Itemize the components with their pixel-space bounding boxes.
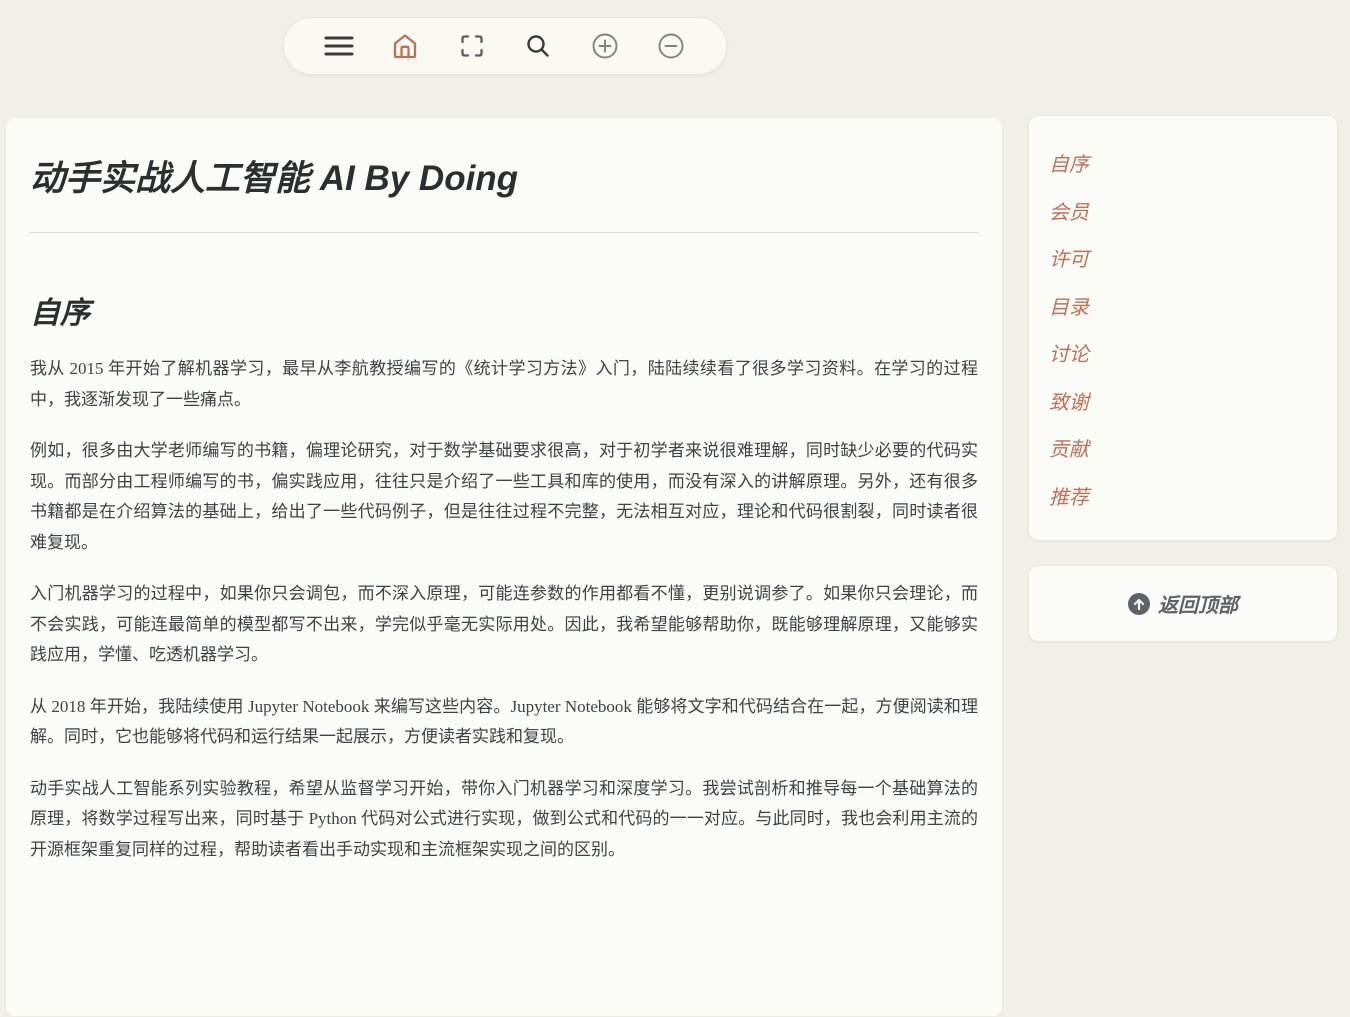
search-icon: [525, 33, 551, 59]
toolbar: [283, 17, 727, 75]
paragraph: 动手实战人工智能系列实验教程，希望从监督学习开始，带你入门机器学习和深度学习。我…: [30, 774, 978, 866]
article-body: 我从 2015 年开始了解机器学习，最早从李航教授编写的《统计学习方法》入门，陆…: [30, 354, 978, 865]
home-icon: [391, 32, 419, 60]
search-button[interactable]: [521, 29, 555, 63]
home-button[interactable]: [388, 29, 422, 63]
nav-item-contribution[interactable]: 贡献: [1049, 427, 1337, 475]
zoom-in-button[interactable]: [588, 29, 622, 63]
menu-button[interactable]: [322, 29, 356, 63]
nav-item-discussion[interactable]: 讨论: [1049, 332, 1337, 380]
minus-circle-icon: [657, 32, 685, 60]
back-to-top-button[interactable]: 返回顶部: [1028, 565, 1338, 642]
nav-item-membership[interactable]: 会员: [1049, 190, 1337, 238]
paragraph: 例如，很多由大学老师编写的书籍，偏理论研究，对于数学基础要求很高，对于初学者来说…: [30, 436, 978, 558]
section-nav: 自序 会员 许可 目录 讨论 致谢 贡献 推荐: [1028, 115, 1338, 541]
hamburger-icon: [324, 34, 354, 58]
fullscreen-icon: [459, 33, 485, 59]
back-to-top-label: 返回顶部: [1158, 589, 1238, 618]
article-card: 动手实战人工智能 AI By Doing 自序 我从 2015 年开始了解机器学…: [5, 117, 1003, 1017]
arrow-up-circle-icon: [1128, 593, 1150, 615]
title-divider: [30, 232, 978, 233]
paragraph: 从 2018 年开始，我陆续使用 Jupyter Notebook 来编写这些内…: [30, 692, 978, 753]
page: { "toolbar": { "buttons": [ { "name": "m…: [0, 0, 1350, 897]
plus-circle-icon: [591, 32, 619, 60]
paragraph: 入门机器学习的过程中，如果你只会调包，而不深入原理，可能连参数的作用都看不懂，更…: [30, 579, 978, 671]
nav-item-license[interactable]: 许可: [1049, 237, 1337, 285]
nav-item-preface[interactable]: 自序: [1049, 142, 1337, 190]
fullscreen-button[interactable]: [455, 29, 489, 63]
zoom-out-button[interactable]: [654, 29, 688, 63]
nav-item-recommend[interactable]: 推荐: [1049, 475, 1337, 523]
nav-item-contents[interactable]: 目录: [1049, 285, 1337, 333]
nav-item-acknowledge[interactable]: 致谢: [1049, 380, 1337, 428]
page-title: 动手实战人工智能 AI By Doing: [30, 158, 978, 200]
paragraph: 我从 2015 年开始了解机器学习，最早从李航教授编写的《统计学习方法》入门，陆…: [30, 354, 978, 415]
section-heading: 自序: [30, 295, 978, 333]
